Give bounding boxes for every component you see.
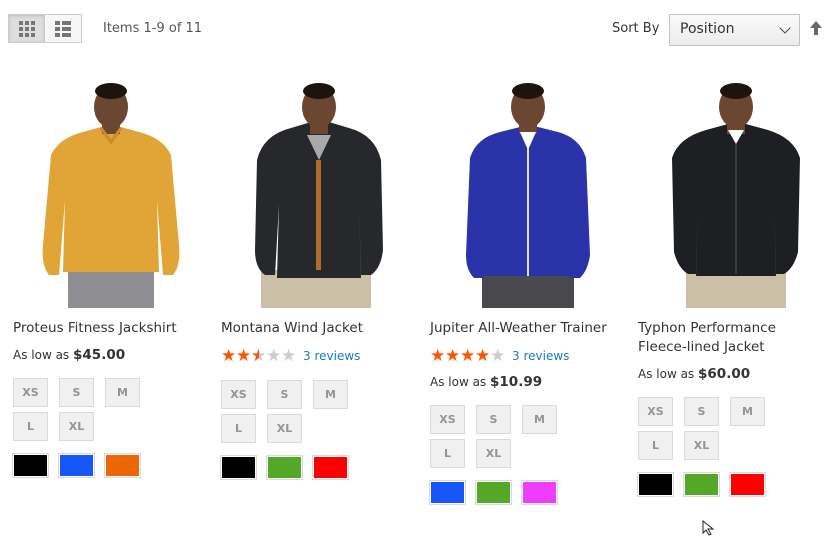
size-option[interactable]: M: [522, 405, 557, 434]
size-option[interactable]: L: [221, 414, 256, 443]
size-option[interactable]: M: [313, 380, 348, 409]
size-option[interactable]: XL: [684, 431, 719, 460]
reviews-link[interactable]: 3 reviews: [512, 349, 569, 363]
star-icon: ★: [221, 345, 237, 366]
product-name-link[interactable]: Proteus Fitness Jackshirt: [13, 319, 209, 338]
chevron-down-icon: [779, 22, 791, 34]
size-option[interactable]: M: [730, 397, 765, 426]
view-mode-switcher: [8, 14, 82, 43]
color-swatches: [220, 455, 417, 480]
price-label: As low as: [13, 348, 70, 362]
toolbar-amount: Items 1-9 of 11: [103, 21, 203, 36]
size-option[interactable]: S: [684, 397, 719, 426]
product-name-link[interactable]: Typhon Performance Fleece-lined Jacket: [638, 319, 832, 357]
color-swatch[interactable]: [521, 480, 558, 505]
star-icon: ★: [430, 345, 446, 366]
product-card: Proteus Fitness Jackshirt As low as $45.…: [12, 80, 209, 478]
color-swatch[interactable]: [312, 455, 349, 480]
product-price: As low as $60.00: [638, 366, 832, 382]
star-icon: ★: [266, 345, 282, 366]
grid-icon: [18, 20, 35, 37]
color-swatch[interactable]: [475, 480, 512, 505]
size-option[interactable]: XL: [267, 414, 302, 443]
color-swatch[interactable]: [729, 472, 766, 497]
product-photo-model: [672, 83, 800, 308]
product-card: Jupiter All-Weather Trainer ★ ★ ★ ★ ★ 3 …: [429, 80, 626, 505]
color-swatch[interactable]: [637, 472, 674, 497]
product-photo[interactable]: [430, 80, 626, 308]
rating-summary: ★ ★ ★ ★ ★ 3 reviews: [221, 347, 417, 365]
size-swatches: XS S M L XL: [13, 378, 163, 441]
product-photo-model: [255, 83, 383, 308]
product-name-line: Typhon Performance: [638, 320, 776, 336]
size-option[interactable]: S: [59, 378, 94, 407]
product-card: Typhon Performance Fleece-lined Jacket A…: [637, 80, 832, 497]
sort-by-select[interactable]: Position: [669, 14, 800, 46]
sort-by-value: Position: [680, 21, 735, 37]
product-name-link[interactable]: Jupiter All-Weather Trainer: [430, 319, 626, 338]
grid-view-button[interactable]: [8, 14, 45, 43]
star-icon: ★: [460, 345, 476, 366]
star-icon: ★: [251, 347, 266, 365]
color-swatch[interactable]: [220, 455, 257, 480]
size-swatches: XS S M L XL: [221, 380, 371, 443]
sort-by-label: Sort By: [612, 21, 660, 36]
product-photo[interactable]: [13, 80, 209, 308]
rating-summary: ★ ★ ★ ★ ★ 3 reviews: [430, 347, 626, 365]
size-option[interactable]: XL: [476, 439, 511, 468]
price-label: As low as: [638, 367, 695, 381]
list-icon: [55, 20, 71, 37]
size-option[interactable]: S: [476, 405, 511, 434]
size-option[interactable]: XS: [430, 405, 465, 434]
star-icon: ★: [281, 345, 297, 366]
size-option[interactable]: L: [430, 439, 465, 468]
star-icon: ★: [236, 345, 252, 366]
price-amount: $60.00: [698, 366, 751, 382]
color-swatches: [637, 472, 832, 497]
size-option[interactable]: S: [267, 380, 302, 409]
size-option[interactable]: L: [638, 431, 673, 460]
product-name-line: Fleece-lined Jacket: [638, 339, 765, 355]
product-photo-model: [42, 83, 180, 308]
size-option[interactable]: M: [105, 378, 140, 407]
size-option[interactable]: XS: [638, 397, 673, 426]
size-swatches: XS S M L XL: [430, 405, 580, 468]
size-option[interactable]: XS: [221, 380, 256, 409]
size-swatches: XS S M L XL: [638, 397, 788, 460]
product-name-link[interactable]: Montana Wind Jacket: [221, 319, 417, 338]
product-price: As low as $45.00: [13, 347, 209, 363]
size-option[interactable]: XS: [13, 378, 48, 407]
price-amount: $10.99: [490, 374, 543, 390]
color-swatch[interactable]: [12, 453, 49, 478]
star-icon: ★: [445, 345, 461, 366]
product-photo-model: [466, 83, 590, 308]
color-swatch[interactable]: [429, 480, 466, 505]
color-swatch[interactable]: [683, 472, 720, 497]
product-photo[interactable]: [638, 80, 832, 308]
toolbar: Items 1-9 of 11 Sort By Position: [0, 0, 832, 60]
color-swatch[interactable]: [266, 455, 303, 480]
product-price: As low as $10.99: [430, 374, 626, 390]
star-icon: ★: [490, 345, 506, 366]
price-label: As low as: [430, 375, 487, 389]
color-swatch[interactable]: [104, 453, 141, 478]
price-amount: $45.00: [73, 347, 126, 363]
product-photo[interactable]: [221, 80, 417, 308]
size-option[interactable]: XL: [59, 412, 94, 441]
jacket-shape: [42, 127, 180, 275]
star-icon: ★: [475, 345, 491, 366]
reviews-link[interactable]: 3 reviews: [303, 349, 360, 363]
list-view-button[interactable]: [45, 14, 82, 43]
color-swatches: [429, 480, 626, 505]
color-swatches: [12, 453, 209, 478]
size-option[interactable]: L: [13, 412, 48, 441]
color-swatch[interactable]: [58, 453, 95, 478]
product-card: Montana Wind Jacket ★ ★ ★ ★ ★ 3 reviews …: [220, 80, 417, 480]
sort-direction-button[interactable]: [808, 21, 824, 39]
